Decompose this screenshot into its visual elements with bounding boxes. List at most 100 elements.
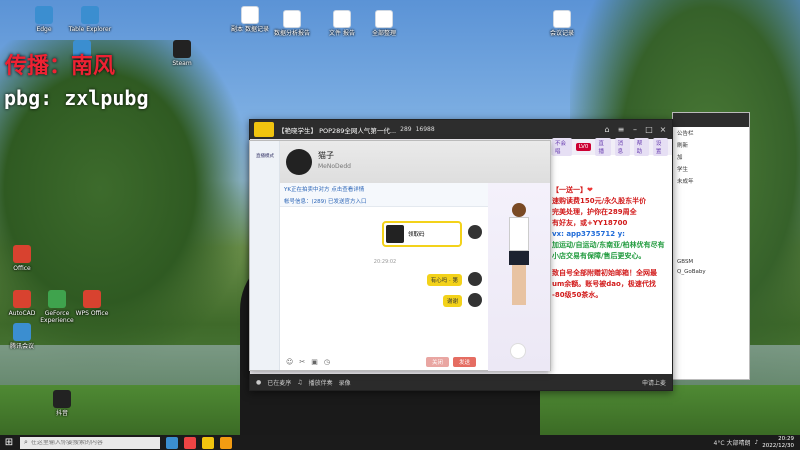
mic-status[interactable]: 已在麦序: [267, 378, 291, 387]
character-shorts: [509, 251, 529, 265]
clock[interactable]: 20:29 2022/12/30: [762, 436, 794, 449]
desktop-icon[interactable]: 全部整理: [362, 10, 406, 37]
notice-line: 致自号全部附赠初始邮箱！全网最: [552, 269, 657, 277]
app-bottom-bar: ● 已在麦序 ♫ 播放伴奏 录像 申请上麦: [250, 374, 672, 390]
desktop-icon-label: 会议记录: [549, 30, 574, 37]
apply-mic-button[interactable]: 申请上麦: [642, 378, 666, 387]
side-window[interactable]: 公告栏 刷新 加 学生 未成年 GBSM Q_GoBaby: [672, 112, 750, 380]
desktop-icon[interactable]: 腾讯会议: [0, 323, 44, 350]
side-line: 学生: [677, 167, 689, 173]
desktop-icon[interactable]: Edge: [22, 6, 66, 33]
taskbar-search[interactable]: ⌕: [20, 436, 160, 449]
clock-date: 2022/12/30: [762, 442, 794, 449]
side-line[interactable]: 刷新: [673, 139, 749, 151]
volume-icon[interactable]: ♪: [754, 439, 758, 446]
scissors-icon[interactable]: ✂: [299, 358, 305, 366]
desktop-icon[interactable]: 数据分析报告: [270, 10, 314, 37]
notice-line: 速购读费150元/永久股东半价: [552, 197, 647, 205]
desktop-icon[interactable]: 会议记录: [540, 10, 584, 37]
desktop-icon-image: [35, 6, 53, 24]
room-tab[interactable]: 帮助: [633, 138, 649, 156]
image-icon[interactable]: ▣: [311, 358, 318, 366]
desktop-icon-label: Edge: [36, 26, 52, 33]
app-logo-icon: [254, 122, 274, 137]
music-icon[interactable]: ♫: [297, 379, 302, 386]
private-chat-window[interactable]: 直播模式 猫子 MeNoDedd YK正在拍卖中对方 点击查看详情 帐号信息：(…: [249, 140, 551, 371]
maximize-icon[interactable]: □: [644, 125, 654, 135]
desktop-icon-label: 副本 数据记录: [231, 26, 269, 33]
room-tab[interactable]: LV0: [575, 143, 592, 151]
side-line: 加: [677, 155, 683, 161]
desktop-icon[interactable]: Steam: [160, 40, 204, 67]
side-window-titlebar[interactable]: [673, 113, 749, 127]
desktop-icon-label: 文件 报告: [329, 30, 355, 37]
desktop-icon[interactable]: 副本 数据记录: [228, 6, 272, 33]
desktop-icon-image: [241, 6, 259, 24]
menu-icon[interactable]: ≡: [616, 125, 626, 135]
weather[interactable]: 4°C 大部晴朗: [714, 438, 751, 447]
search-icon: ⌕: [24, 438, 28, 446]
notice-line: 完美处理，护你在289周全: [552, 208, 637, 216]
notice-line: vx: app3735712 y:: [552, 230, 625, 238]
desktop-icon-image: [553, 10, 571, 28]
chat-contact-name: 猫子: [318, 151, 334, 160]
system-tray: 4°C 大部晴朗 ♪ 20:29 2022/12/30: [714, 436, 800, 449]
character-head: [512, 203, 526, 217]
music-button[interactable]: 播放伴奏: [309, 378, 333, 387]
avatar[interactable]: [286, 149, 312, 175]
mini-avatar[interactable]: [510, 343, 526, 359]
avatar: [468, 272, 482, 286]
home-icon[interactable]: ⌂: [602, 125, 612, 135]
desktop-icon-label: 全部整理: [371, 30, 396, 37]
clock-icon[interactable]: ◷: [324, 358, 330, 366]
search-input[interactable]: [30, 439, 151, 446]
app-taskbar-icon[interactable]: [220, 436, 232, 449]
room-tab[interactable]: 设置: [652, 138, 668, 156]
room-tab[interactable]: 直播: [595, 138, 611, 156]
app-titlebar[interactable]: 【艳晓学生】 POP289全网人气第一代... 289 16988 ⌂ ≡ – …: [250, 120, 672, 139]
desktop-icon-image: [83, 290, 101, 308]
room-info-pane: 不会唱 LV0 直播 消息 帮助 设置 【一送一】❤ 速购读费150元/永久股东…: [548, 138, 672, 374]
record-button[interactable]: 录像: [339, 378, 351, 387]
task-view-icon[interactable]: [166, 436, 178, 449]
desktop-icon-label: WPS Office: [75, 310, 109, 317]
desktop-icon[interactable]: 抖音: [40, 390, 84, 417]
desktop-icon[interactable]: Table Explorer: [68, 6, 112, 33]
watermark-line1: 传播：南风: [5, 54, 116, 79]
card-thumbnail: [386, 225, 404, 243]
chat-contact-list[interactable]: 直播模式: [250, 141, 280, 370]
send-button[interactable]: 发送: [453, 357, 477, 367]
desktop-icon-label: Steam: [172, 60, 192, 67]
message-bubble: 谢谢: [442, 295, 462, 307]
close-chat-button[interactable]: 关闭: [426, 357, 450, 367]
heart-icon: ❤: [587, 186, 593, 194]
room-notice: 【一送一】❤ 速购读费150元/永久股东半价 完美处理，护你在289周全 有好友…: [552, 185, 670, 301]
emoji-icon[interactable]: ☺: [286, 358, 293, 366]
info-line[interactable]: YK正在拍卖中对方 点击查看详情: [280, 183, 490, 195]
close-icon[interactable]: ×: [658, 125, 668, 135]
online-count: 289: [400, 126, 412, 133]
chat-info-bar: YK正在拍卖中对方 点击查看详情 帐号信息：(289) 已发送官方入口: [280, 183, 490, 207]
minimize-icon[interactable]: –: [630, 125, 640, 135]
chat-mode-label: 直播模式: [256, 154, 274, 159]
message-bubble: 有心吗 · 第: [426, 274, 462, 286]
start-icon[interactable]: ⊞: [0, 435, 18, 450]
browser-icon[interactable]: [184, 436, 196, 449]
chat-messages: 领取码 20:29:02 有心吗 · 第 谢谢: [280, 207, 490, 312]
gift-card-message[interactable]: 领取码: [382, 221, 462, 247]
desktop-icon-image: [283, 10, 301, 28]
mic-icon[interactable]: ●: [256, 379, 261, 386]
desktop-icon-image: [81, 6, 99, 24]
desktop-icon-label: 腾讯会议: [9, 343, 34, 350]
room-tab[interactable]: 消息: [614, 138, 630, 156]
desktop-icon[interactable]: Office: [0, 245, 44, 272]
desktop-icon[interactable]: WPS Office: [70, 290, 114, 317]
app-title: 【艳晓学生】 POP289全网人气第一代...: [278, 126, 397, 135]
room-tab[interactable]: 不会唱: [552, 138, 572, 156]
watermark-line2: pbg: zxlpubg: [4, 86, 149, 110]
desktop-icon-image: [375, 10, 393, 28]
app-taskbar-icon[interactable]: [202, 436, 214, 449]
desktop-icon-image: [13, 323, 31, 341]
chat-header[interactable]: 猫子 MeNoDedd: [280, 141, 550, 183]
desktop-icon[interactable]: 文件 报告: [320, 10, 364, 37]
